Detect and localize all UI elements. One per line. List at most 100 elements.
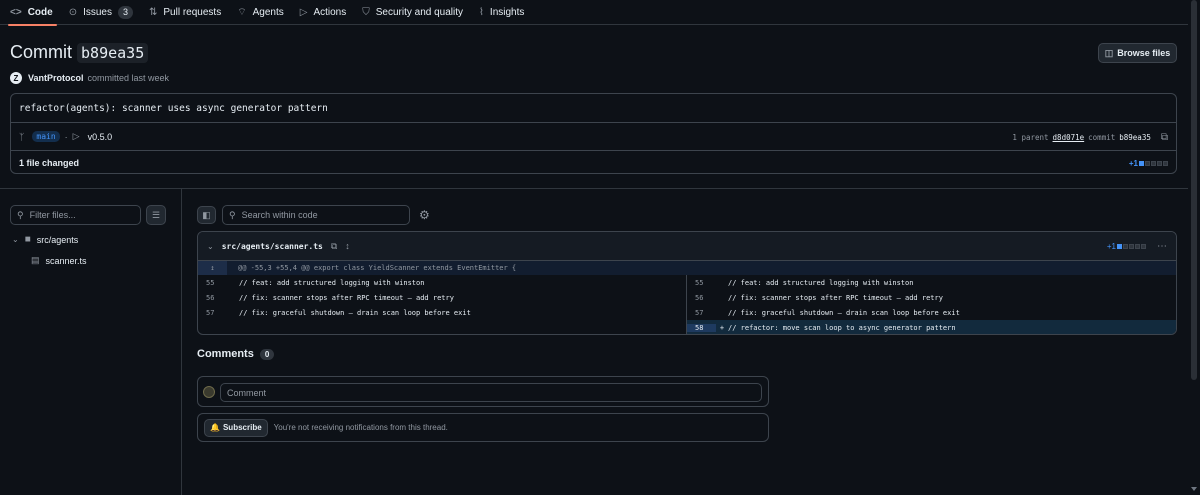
file-label: scanner.ts	[45, 255, 87, 266]
line-number[interactable]: 58	[687, 323, 716, 332]
toggle-file-tree-button[interactable]: ◧	[197, 206, 216, 224]
code-line: // fix: scanner stops after RPC timeout …	[239, 293, 454, 302]
repo-nav: <> Code ⊙ Issues 3 ⇅ Pull requests ⌔ Age…	[0, 0, 1188, 26]
tab-actions-label: Actions	[313, 6, 347, 18]
more-options-icon[interactable]: ⋯	[1157, 232, 1168, 261]
diff-left: 55 // feat: add structured logging with …	[198, 275, 687, 290]
tab-pull-requests[interactable]: ⇅ Pull requests	[149, 0, 221, 25]
commit-box: refactor(agents): scanner uses async gen…	[10, 93, 1177, 174]
browse-files-button[interactable]: ◫ Browse files	[1098, 43, 1177, 63]
line-number[interactable]: 56	[198, 294, 227, 302]
comments-heading: Comments 0	[197, 348, 275, 360]
committed-time: committed last week	[87, 73, 170, 83]
diff-row: 57 // fix: graceful shutdown — drain sca…	[198, 305, 1176, 320]
tree-file[interactable]: ▤ scanner.ts	[31, 255, 87, 266]
browse-files-label: Browse files	[1117, 48, 1171, 58]
avatar[interactable]: Z	[10, 72, 22, 84]
expand-icon[interactable]: ↕	[345, 241, 350, 251]
copy-icon[interactable]: ⧉	[331, 241, 337, 252]
files-changed-row: 1 file changed +1	[11, 150, 1176, 174]
commit-message: refactor(agents): scanner uses async gen…	[19, 103, 328, 114]
line-number[interactable]: 56	[687, 294, 716, 302]
copy-icon[interactable]: ⧉	[1161, 132, 1168, 143]
subscription-box: 🔔 Subscribe You're not receiving notific…	[197, 413, 769, 442]
tab-code-label: Code	[27, 6, 53, 18]
comments-count-badge: 0	[259, 348, 275, 360]
file-code-icon: ◫	[1104, 47, 1114, 58]
tab-issues[interactable]: ⊙ Issues 3	[69, 0, 133, 25]
search-icon: ⚲	[229, 209, 236, 220]
files-changed-label: 1 file changed	[19, 157, 80, 168]
chevron-down-icon[interactable]: ⌄	[207, 242, 214, 251]
filter-files-input[interactable]: ⚲ Filter files...	[10, 205, 141, 225]
tab-security-label: Security and quality	[375, 6, 464, 18]
diff-additions: +1	[1106, 242, 1116, 251]
parent-sha-link[interactable]: d8d071e	[1053, 133, 1085, 142]
diff-stat: +1	[1107, 232, 1146, 261]
diff-file: ⌄ src/agents/scanner.ts ⧉ ↕ +1 ⋯ ↥ @@ -5…	[197, 231, 1177, 335]
play-icon: ▷	[299, 6, 308, 18]
commit-sha: b89ea35	[1119, 132, 1151, 142]
issue-icon: ⊙	[68, 6, 78, 18]
folder-label: src/agents	[36, 234, 79, 245]
tab-agents[interactable]: ⌔ Agents	[237, 0, 284, 25]
tab-insights[interactable]: ⌇ Insights	[479, 0, 524, 25]
tab-insights-label: Insights	[489, 6, 525, 18]
commit-author: Z VantProtocol committed last week	[10, 72, 169, 84]
tab-code[interactable]: <> Code	[8, 0, 57, 26]
expand-up-icon[interactable]: ↥	[198, 261, 227, 275]
tab-actions[interactable]: ▷ Actions	[300, 0, 347, 25]
diffstat-block	[1157, 160, 1162, 166]
hunk-text: @@ -55,3 +55,4 @@ export class YieldScan…	[238, 264, 517, 272]
page-scrollbar[interactable]	[1188, 0, 1200, 495]
additions-count: +1	[1128, 158, 1138, 168]
commit-parent-info: 1 parent d8d071e commit b89ea35 ⧉	[1012, 123, 1168, 151]
gear-icon[interactable]: ⚙	[419, 208, 430, 222]
diffstat-block	[1151, 160, 1156, 166]
branch-badge[interactable]: main	[32, 131, 60, 142]
tag-label[interactable]: v0.5.0	[88, 132, 113, 142]
diffstat-block	[1145, 160, 1150, 166]
code-line: // fix: graceful shutdown — drain scan l…	[728, 308, 960, 317]
subscribe-label: Subscribe	[222, 423, 262, 432]
line-number[interactable]: 57	[687, 309, 716, 317]
code-line: // feat: add structured logging with win…	[728, 278, 914, 287]
tree-folder[interactable]: ⌄ ■ src/agents	[12, 234, 78, 245]
filter-options-button[interactable]: ☰	[146, 205, 166, 225]
diff-row-added: 58 + // refactor: move scan loop to asyn…	[198, 320, 1176, 334]
diff-file-path[interactable]: src/agents/scanner.ts	[222, 242, 323, 251]
search-placeholder: Search within code	[241, 210, 318, 220]
tab-agents-label: Agents	[252, 6, 284, 18]
comment-input[interactable]: Comment	[220, 383, 762, 402]
diff-left: 56 // fix: scanner stops after RPC timeo…	[198, 290, 687, 305]
search-icon: ⚲	[17, 209, 24, 220]
notification-notice: You're not receiving notifications from …	[273, 423, 448, 432]
parent-count: 1 parent	[1012, 132, 1049, 142]
scrollbar-thumb[interactable]	[1191, 0, 1197, 380]
code-icon: <>	[10, 6, 22, 18]
line-number[interactable]: 57	[198, 309, 227, 317]
diff-left-empty	[198, 320, 687, 334]
diffstat-block-added	[1139, 160, 1144, 166]
subscribe-button[interactable]: 🔔 Subscribe	[204, 418, 268, 437]
tab-pull-requests-label: Pull requests	[163, 6, 222, 18]
code-line: // fix: scanner stops after RPC timeout …	[728, 293, 943, 302]
sidebar-collapse-icon: ◧	[202, 209, 211, 220]
separator-dot: ·	[64, 131, 68, 142]
git-branch-icon: ᛉ	[19, 131, 25, 142]
author-name[interactable]: VantProtocol	[28, 73, 84, 83]
diff-row: 55 // feat: add structured logging with …	[198, 275, 1176, 290]
line-number[interactable]: 55	[687, 279, 716, 287]
code-line: // feat: add structured logging with win…	[239, 278, 425, 287]
tab-security[interactable]: ⛉ Security and quality	[362, 0, 463, 25]
search-code-input[interactable]: ⚲ Search within code	[222, 205, 410, 225]
section-divider	[0, 188, 1188, 189]
diff-right-added: 58 + // refactor: move scan loop to asyn…	[687, 320, 1176, 334]
pull-request-icon: ⇅	[149, 6, 158, 18]
diff-row: 56 // fix: scanner stops after RPC timeo…	[198, 290, 1176, 305]
filter-placeholder: Filter files...	[29, 210, 76, 220]
line-number[interactable]: 55	[198, 279, 227, 287]
diffstat: +1	[1129, 151, 1168, 175]
title-prefix: Commit	[10, 42, 72, 62]
scroll-down-arrow[interactable]	[1191, 487, 1197, 491]
